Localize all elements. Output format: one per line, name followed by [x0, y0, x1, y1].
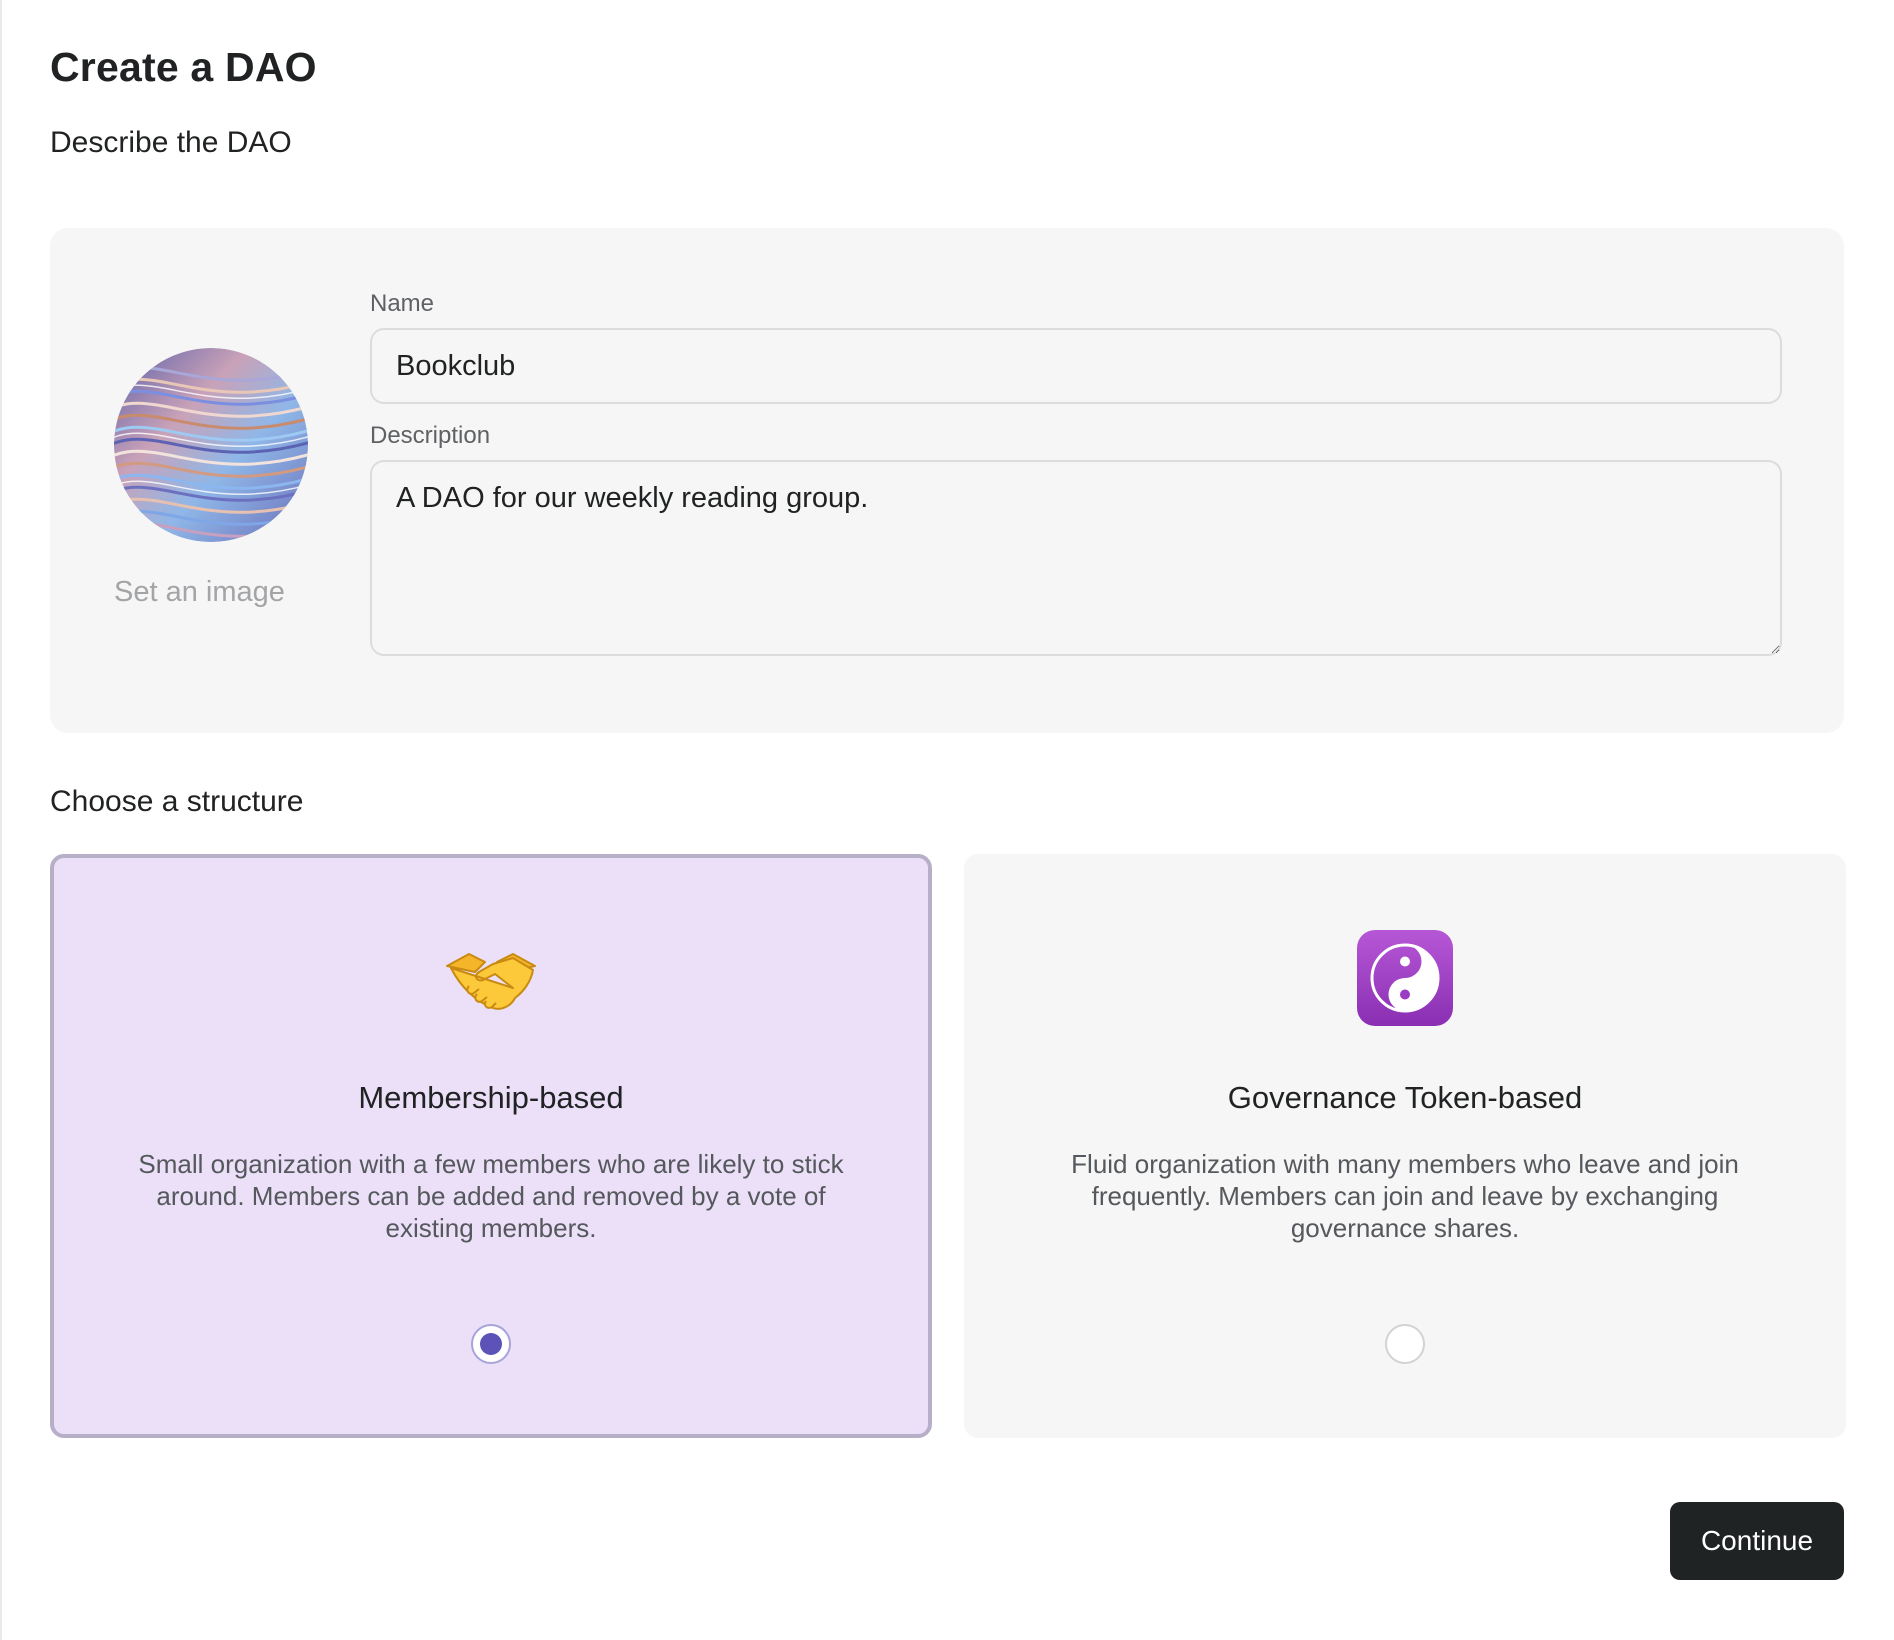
describe-fields: Name Description A DAO for our weekly re…	[370, 290, 1782, 656]
name-label: Name	[370, 290, 435, 317]
governance-card-content: Governance Token-based Fluid organizatio…	[968, 858, 1842, 1434]
membership-structure-card[interactable]: Membership-based Small organization with…	[50, 854, 932, 1438]
page-title: Create a DAO	[50, 44, 317, 90]
membership-card-content: Membership-based Small organization with…	[54, 858, 928, 1434]
governance-title: Governance Token-based	[1227, 1080, 1583, 1115]
membership-radio[interactable]	[471, 1324, 511, 1364]
dao-avatar-image[interactable]	[114, 348, 308, 542]
handshake-icon	[446, 953, 536, 1010]
governance-token-structure-card[interactable]: Governance Token-based Fluid organizatio…	[964, 854, 1846, 1438]
membership-description: Small organization with a few members wh…	[138, 1149, 844, 1243]
description-textarea[interactable]: A DAO for our weekly reading group.	[370, 460, 1782, 656]
governance-description: Fluid organization with many members who…	[1071, 1149, 1739, 1243]
yin-yang-icon	[1357, 930, 1453, 1026]
set-image-link[interactable]: Set an image	[114, 576, 308, 609]
page-left-border	[0, 0, 2, 1640]
name-input[interactable]	[370, 328, 1782, 404]
governance-radio[interactable]	[1385, 1324, 1425, 1364]
continue-button[interactable]: Continue	[1670, 1502, 1844, 1580]
membership-title: Membership-based	[358, 1080, 624, 1115]
image-picker[interactable]: Set an image	[114, 348, 308, 609]
describe-heading: Describe the DAO	[50, 126, 292, 159]
description-label: Description	[370, 422, 491, 449]
describe-card: Set an image Name Description A DAO for …	[50, 228, 1844, 733]
structure-heading: Choose a structure	[50, 785, 304, 818]
